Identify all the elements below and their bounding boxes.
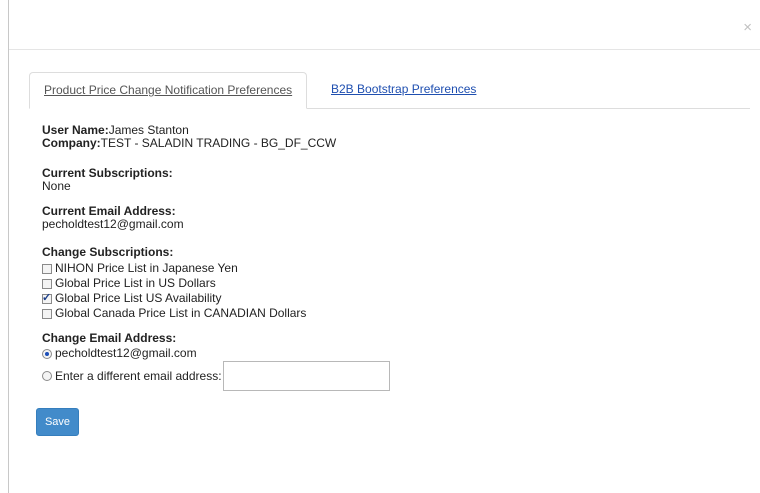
different-email-input[interactable]	[222, 361, 390, 391]
preferences-modal: × Product Price Change Notification Pref…	[8, 0, 760, 493]
email-radio-other[interactable]	[42, 371, 52, 381]
subscription-option[interactable]: NIHON Price List in Japanese Yen	[42, 261, 238, 276]
subscription-option[interactable]: Global Price List in US Dollars	[42, 276, 216, 291]
email-option-other-label: Enter a different email address:	[55, 368, 222, 383]
subscription-option-label: Global Price List US Availability	[55, 291, 222, 305]
subscription-checkbox[interactable]	[42, 278, 52, 289]
email-option-other[interactable]: Enter a different email address:	[42, 361, 390, 391]
subscription-option-label: Global Price List in US Dollars	[55, 276, 216, 290]
current-email: Current Email Address: pecholdtest12@gma…	[42, 205, 184, 231]
tab-b2b-bootstrap-preferences[interactable]: B2B Bootstrap Preferences	[317, 72, 490, 109]
change-email-label-block: Change Email Address:	[42, 332, 176, 345]
subscription-option[interactable]: Global Price List US Availability	[42, 291, 222, 306]
company-label: Company:	[42, 136, 101, 150]
subscription-checkbox[interactable]	[42, 263, 52, 274]
subscription-option[interactable]: Global Canada Price List in CANADIAN Dol…	[42, 306, 306, 321]
modal-header: ×	[9, 0, 760, 50]
subscription-checkbox[interactable]	[42, 308, 52, 319]
user-name-label: User Name:	[42, 123, 109, 137]
current-subscriptions: Current Subscriptions: None	[42, 167, 173, 193]
change-subscriptions-label: Change Subscriptions:	[42, 245, 174, 259]
subscription-option-label: NIHON Price List in Japanese Yen	[55, 261, 238, 275]
subscription-checkbox-checked[interactable]	[42, 292, 52, 305]
close-icon[interactable]: ×	[743, 20, 752, 35]
change-subscriptions-label-block: Change Subscriptions:	[42, 246, 173, 259]
company-line: Company:TEST - SALADIN TRADING - BG_DF_C…	[42, 137, 336, 150]
tab-price-change-preferences[interactable]: Product Price Change Notification Prefer…	[29, 72, 308, 109]
current-subscriptions-value: None	[42, 179, 71, 193]
email-option-current-label: pecholdtest12@gmail.com	[55, 346, 197, 360]
current-email-value: pecholdtest12@gmail.com	[42, 217, 184, 231]
company-value: TEST - SALADIN TRADING - BG_DF_CCW	[100, 136, 337, 150]
user-info: User Name:James Stanton Company:TEST - S…	[42, 124, 336, 150]
subscription-option-label: Global Canada Price List in CANADIAN Dol…	[55, 306, 307, 320]
save-button[interactable]: Save	[36, 408, 79, 436]
change-email-label: Change Email Address:	[42, 331, 177, 345]
email-radio-current[interactable]	[42, 348, 52, 359]
tab-bar: Product Price Change Notification Prefer…	[29, 72, 750, 109]
email-option-current[interactable]: pecholdtest12@gmail.com	[42, 346, 197, 361]
user-name-value: James Stanton	[108, 123, 189, 137]
